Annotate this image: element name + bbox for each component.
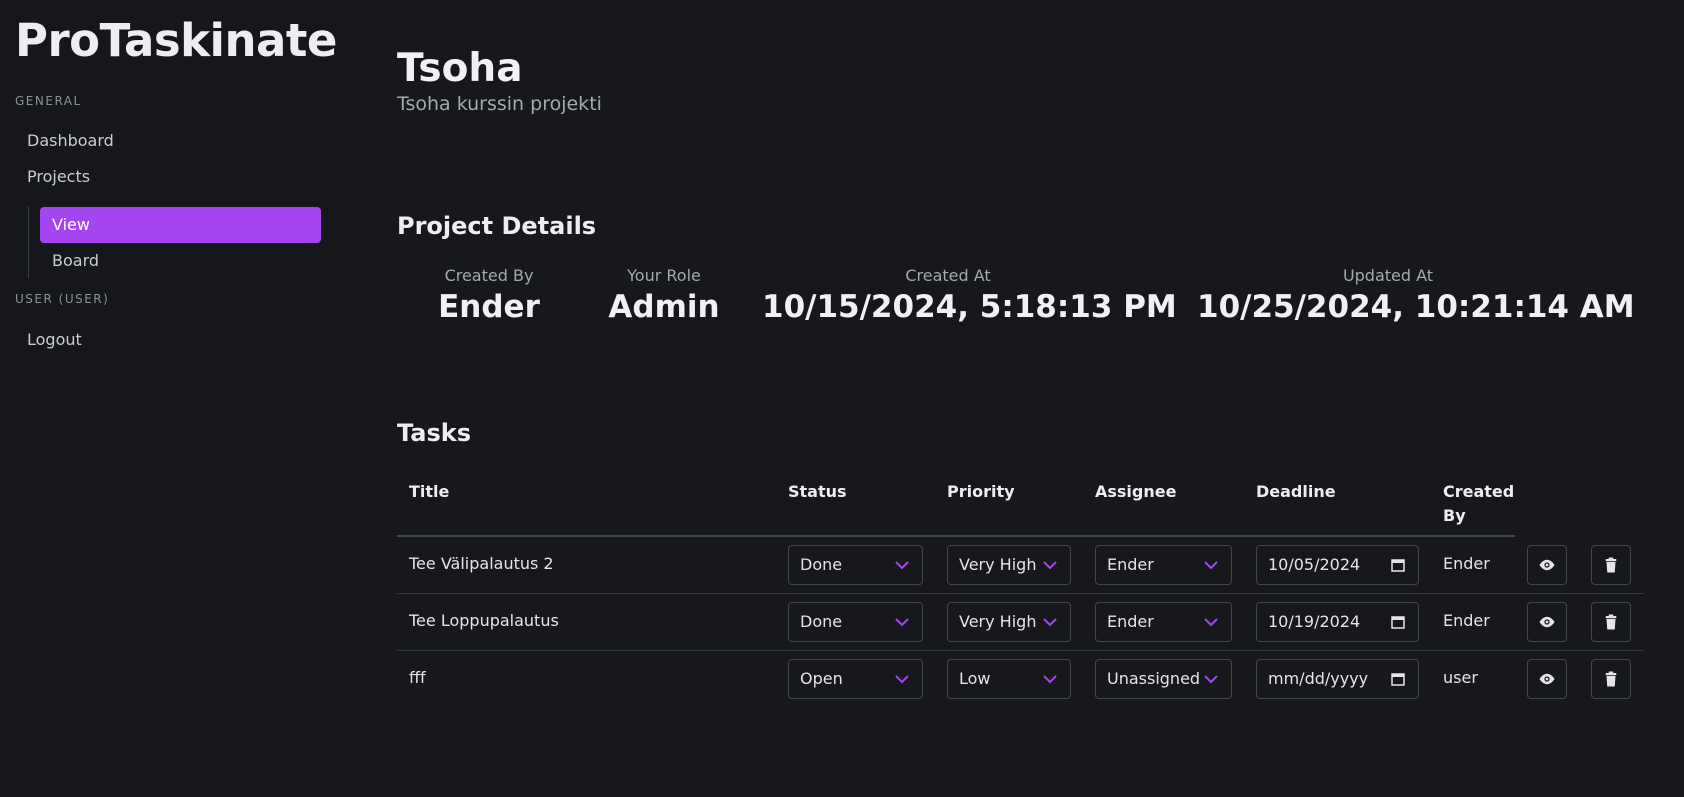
submenu-divider bbox=[28, 206, 29, 278]
chevron-down-icon bbox=[895, 561, 909, 570]
trash-icon bbox=[1605, 614, 1617, 630]
status-select[interactable]: Open bbox=[788, 659, 923, 699]
menu-label-user: USER (USER) bbox=[15, 292, 110, 306]
stat-label: Created By bbox=[444, 266, 534, 285]
priority-select[interactable]: Very High bbox=[947, 602, 1071, 642]
stat-value: Admin bbox=[608, 289, 720, 325]
app-brand[interactable]: ProTaskinate bbox=[15, 14, 337, 67]
priority-select[interactable]: Very High bbox=[947, 545, 1071, 585]
trash-icon bbox=[1605, 557, 1617, 573]
column-header-priority: Priority bbox=[947, 482, 1015, 501]
project-title: Tsoha bbox=[397, 46, 523, 91]
chevron-down-icon bbox=[895, 675, 909, 684]
trash-icon bbox=[1605, 671, 1617, 687]
chevron-down-icon bbox=[1204, 618, 1218, 627]
stat-label: Created At bbox=[905, 266, 991, 285]
chevron-down-icon bbox=[1204, 561, 1218, 570]
assignee-select[interactable]: Unassigned bbox=[1095, 659, 1232, 699]
column-header-status: Status bbox=[788, 482, 847, 501]
sidebar: ProTaskinate GENERAL Dashboard Projects … bbox=[0, 0, 347, 797]
table-header-divider bbox=[397, 535, 1515, 537]
sidebar-item-logout[interactable]: Logout bbox=[27, 330, 82, 349]
assignee-select[interactable]: Ender bbox=[1095, 602, 1232, 642]
deadline-input[interactable]: 10/05/2024 bbox=[1256, 545, 1419, 585]
calendar-icon[interactable] bbox=[1391, 672, 1405, 686]
task-title[interactable]: fff bbox=[409, 668, 426, 687]
delete-task-button[interactable] bbox=[1591, 659, 1631, 699]
tasks-heading: Tasks bbox=[397, 419, 472, 447]
deadline-value: 10/19/2024 bbox=[1268, 612, 1361, 631]
stat-value: 10/15/2024, 5:18:13 PM bbox=[762, 289, 1177, 325]
eye-icon bbox=[1539, 673, 1555, 685]
delete-task-button[interactable] bbox=[1591, 602, 1631, 642]
deadline-input[interactable]: 10/19/2024 bbox=[1256, 602, 1419, 642]
chevron-down-icon bbox=[1204, 675, 1218, 684]
assignee-select[interactable]: Ender bbox=[1095, 545, 1232, 585]
column-header-created-by-line2: By bbox=[1443, 506, 1466, 525]
stat-your-role: Your Role Admin bbox=[599, 266, 729, 325]
sidebar-item-projects[interactable]: Projects bbox=[27, 167, 90, 186]
chevron-down-icon bbox=[1043, 675, 1057, 684]
stat-created-by: Created By Ender bbox=[424, 266, 554, 325]
row-divider bbox=[397, 593, 1644, 594]
delete-task-button[interactable] bbox=[1591, 545, 1631, 585]
project-details-heading: Project Details bbox=[397, 212, 597, 240]
sidebar-item-board[interactable]: Board bbox=[40, 243, 321, 279]
priority-value: Very High bbox=[959, 555, 1037, 574]
column-header-title: Title bbox=[409, 482, 450, 501]
column-header-deadline: Deadline bbox=[1256, 482, 1336, 501]
task-title[interactable]: Tee Loppupalautus bbox=[409, 611, 559, 630]
stat-updated-at: Updated At 10/25/2024, 10:21:14 AM bbox=[1197, 266, 1635, 325]
deadline-input[interactable]: mm/dd/yyyy bbox=[1256, 659, 1419, 699]
assignee-value: Ender bbox=[1107, 555, 1154, 574]
status-value: Done bbox=[800, 612, 843, 631]
row-divider bbox=[397, 650, 1644, 651]
column-header-assignee: Assignee bbox=[1095, 482, 1177, 501]
task-created-by: user bbox=[1443, 668, 1478, 687]
main-content: Tsoha Tsoha kurssin projekti Project Det… bbox=[347, 0, 1684, 797]
column-header-created-by-line1: Created bbox=[1443, 482, 1515, 501]
deadline-value: 10/05/2024 bbox=[1268, 555, 1361, 574]
priority-select[interactable]: Low bbox=[947, 659, 1071, 699]
view-task-button[interactable] bbox=[1527, 602, 1567, 642]
view-task-button[interactable] bbox=[1527, 545, 1567, 585]
deadline-value: mm/dd/yyyy bbox=[1268, 669, 1369, 688]
stat-created-at: Created At 10/15/2024, 5:18:13 PM bbox=[762, 266, 1177, 325]
sidebar-item-view[interactable]: View bbox=[40, 207, 321, 243]
chevron-down-icon bbox=[1043, 561, 1057, 570]
calendar-icon[interactable] bbox=[1391, 615, 1405, 629]
status-value: Open bbox=[800, 669, 843, 688]
stat-label: Updated At bbox=[1342, 266, 1434, 285]
menu-label-general: GENERAL bbox=[15, 94, 82, 108]
task-title[interactable]: Tee Välipalautus 2 bbox=[409, 554, 554, 573]
calendar-icon[interactable] bbox=[1391, 558, 1405, 572]
sidebar-item-dashboard[interactable]: Dashboard bbox=[27, 131, 114, 150]
view-task-button[interactable] bbox=[1527, 659, 1567, 699]
task-created-by: Ender bbox=[1443, 554, 1490, 573]
stat-value: Ender bbox=[438, 289, 540, 325]
column-header-created-by: Created By bbox=[1443, 480, 1514, 528]
task-created-by: Ender bbox=[1443, 611, 1490, 630]
assignee-value: Ender bbox=[1107, 612, 1154, 631]
assignee-value: Unassigned bbox=[1107, 669, 1201, 688]
project-description: Tsoha kurssin projekti bbox=[397, 93, 602, 115]
status-value: Done bbox=[800, 555, 843, 574]
status-select[interactable]: Done bbox=[788, 545, 923, 585]
priority-value: Low bbox=[959, 669, 991, 688]
eye-icon bbox=[1539, 616, 1555, 628]
stat-value: 10/25/2024, 10:21:14 AM bbox=[1197, 289, 1635, 325]
status-select[interactable]: Done bbox=[788, 602, 923, 642]
chevron-down-icon bbox=[895, 618, 909, 627]
chevron-down-icon bbox=[1043, 618, 1057, 627]
priority-value: Very High bbox=[959, 612, 1037, 631]
eye-icon bbox=[1539, 559, 1555, 571]
stat-label: Your Role bbox=[627, 266, 701, 285]
